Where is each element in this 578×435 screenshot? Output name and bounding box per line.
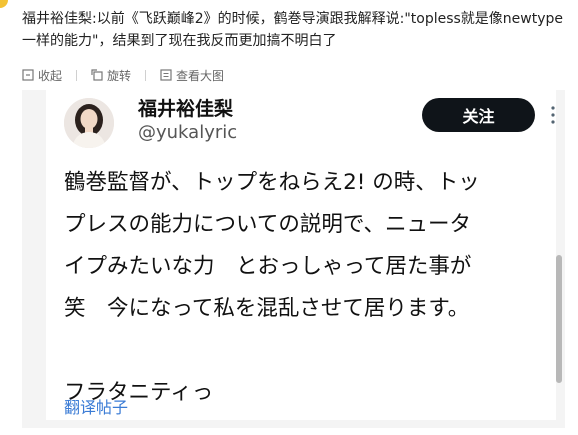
rotate-button[interactable]: 旋转	[91, 67, 131, 84]
rotate-icon	[91, 69, 103, 81]
tweet-body: 鶴巻監督が、トップをねらえ2! の時、トッ プレスの能力についての説明で、ニュー…	[64, 170, 480, 405]
scrollbar-thumb[interactable]	[556, 255, 562, 383]
toolbar-divider	[76, 69, 78, 81]
tweet-card: 福井裕佳梨 @yukalyric 关注 鶴巻監督が、トップをねらえ2! の時、ト…	[46, 90, 556, 420]
author-handle[interactable]: @yukalyric	[138, 122, 237, 143]
image-toolbar: 收起 旋转 查看大图	[22, 67, 224, 83]
weibo-post-view: 福井裕佳梨:以前《飞跃巅峰2》的时候，鹤巻导演跟我解释说:"topless就是像…	[0, 0, 578, 435]
image-panel: 福井裕佳梨 @yukalyric 关注 鶴巻監督が、トップをねらえ2! の時、ト…	[22, 90, 565, 428]
collapse-button[interactable]: 收起	[22, 67, 62, 84]
corner-badge-icon	[0, 0, 8, 8]
avatar[interactable]	[64, 98, 114, 148]
follow-button[interactable]: 关注	[422, 98, 535, 132]
view-large-label: 查看大图	[176, 68, 225, 83]
rotate-label: 旋转	[107, 68, 132, 83]
post-text: 福井裕佳梨:以前《飞跃巅峰2》的时候，鹤巻导演跟我解释说:"topless就是像…	[22, 11, 564, 49]
toolbar-divider	[145, 69, 147, 81]
view-large-button[interactable]: 查看大图	[160, 67, 224, 84]
view-large-icon	[160, 69, 172, 81]
collapse-label: 收起	[38, 68, 63, 83]
more-options-icon[interactable]	[548, 104, 558, 126]
translate-post-link[interactable]: 翻译帖子	[64, 394, 128, 418]
author-name[interactable]: 福井裕佳梨	[138, 94, 233, 121]
avatar-photo-icon	[64, 98, 114, 148]
collapse-icon	[22, 69, 34, 81]
